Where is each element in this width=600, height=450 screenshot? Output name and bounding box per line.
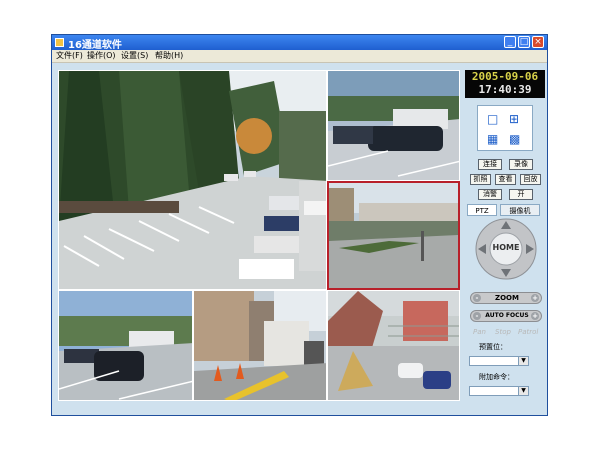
zoom-control: - ZOOM + <box>470 292 542 304</box>
video-grid <box>58 70 460 401</box>
pan-button[interactable]: Pan <box>473 328 486 336</box>
maximize-button[interactable]: □ <box>518 36 530 48</box>
focus-control: - AUTO FOCUS + <box>470 310 542 322</box>
video-channel-6-image <box>328 291 459 400</box>
extra-command-select[interactable]: ▼ <box>469 386 529 396</box>
playback-button[interactable]: 回放 <box>520 174 541 185</box>
connect-button[interactable]: 连接 <box>478 159 502 170</box>
preset-select[interactable]: ▼ <box>469 356 529 366</box>
tab-ptz[interactable]: PTZ <box>467 204 497 216</box>
date-readout: 2005-09-06 <box>471 70 539 83</box>
home-button[interactable]: HOME <box>491 243 521 252</box>
minimize-button[interactable]: _ <box>504 36 516 48</box>
close-button[interactable]: × <box>532 36 544 48</box>
tab-camera[interactable]: 摄像机 <box>500 204 540 216</box>
layout-4x4-icon[interactable]: ▩ <box>509 133 520 145</box>
focus-label: AUTO FOCUS <box>485 312 529 319</box>
record-button[interactable]: 录像 <box>509 159 533 170</box>
control-panel: 2005-09-06 17:40:39 □ ⊞ ▦ ▩ 连接 录像 抓照 查看 … <box>465 70 545 410</box>
app-icon <box>55 38 64 47</box>
datetime-display: 2005-09-06 17:40:39 <box>465 70 545 98</box>
chevron-down-icon: ▼ <box>518 387 528 395</box>
menu-help[interactable]: 帮助(H) <box>155 50 183 62</box>
video-channel-1[interactable] <box>58 70 327 290</box>
menu-settings[interactable]: 设置(S) <box>121 50 148 62</box>
zoom-out-button[interactable]: - <box>473 294 481 302</box>
focus-plus-button[interactable]: + <box>531 312 539 320</box>
menu-bar: 文件(F) 操作(O) 设置(S) 帮助(H) <box>52 50 547 63</box>
alarm-clear-button[interactable]: 消警 <box>478 189 502 200</box>
patrol-button[interactable]: Patrol <box>518 328 538 336</box>
client-area: 2005-09-06 17:40:39 □ ⊞ ▦ ▩ 连接 录像 抓照 查看 … <box>52 63 547 415</box>
focus-minus-button[interactable]: - <box>473 312 481 320</box>
video-channel-3-image <box>329 183 458 288</box>
preset-label: 预置位： <box>479 343 507 351</box>
video-channel-4-image <box>59 291 192 400</box>
snapshot-button[interactable]: 抓照 <box>470 174 491 185</box>
video-channel-4[interactable] <box>58 290 193 401</box>
video-channel-2-image <box>328 71 459 180</box>
extra-command-label: 附加命令： <box>479 373 514 381</box>
time-readout: 17:40:39 <box>478 83 532 96</box>
open-button[interactable]: 开 <box>509 189 533 200</box>
view-button[interactable]: 查看 <box>495 174 516 185</box>
layout-selector: □ ⊞ ▦ ▩ <box>477 105 533 151</box>
video-channel-5-image <box>194 291 326 400</box>
layout-2x2-icon[interactable]: ⊞ <box>509 113 519 125</box>
zoom-label: ZOOM <box>495 294 519 302</box>
layout-1x1-icon[interactable]: □ <box>487 113 498 125</box>
title-bar[interactable]: 16通道软件 _ □ × <box>52 35 547 51</box>
window-title: 16通道软件 <box>68 40 122 51</box>
chevron-down-icon: ▼ <box>518 357 528 365</box>
video-channel-6[interactable] <box>327 290 460 401</box>
menu-file[interactable]: 文件(F) <box>56 50 83 62</box>
layout-3x3-icon[interactable]: ▦ <box>487 133 498 145</box>
menu-operate[interactable]: 操作(O) <box>87 50 116 62</box>
main-window: 16通道软件 _ □ × 文件(F) 操作(O) 设置(S) 帮助(H) 200… <box>51 34 548 416</box>
stop-button[interactable]: Stop <box>495 328 511 336</box>
video-channel-2[interactable] <box>327 70 460 181</box>
ptz-direction-pad: HOME <box>475 218 537 280</box>
zoom-in-button[interactable]: + <box>531 294 539 302</box>
video-channel-1-image <box>59 71 326 289</box>
video-channel-3[interactable] <box>327 181 460 290</box>
video-channel-5[interactable] <box>193 290 327 401</box>
